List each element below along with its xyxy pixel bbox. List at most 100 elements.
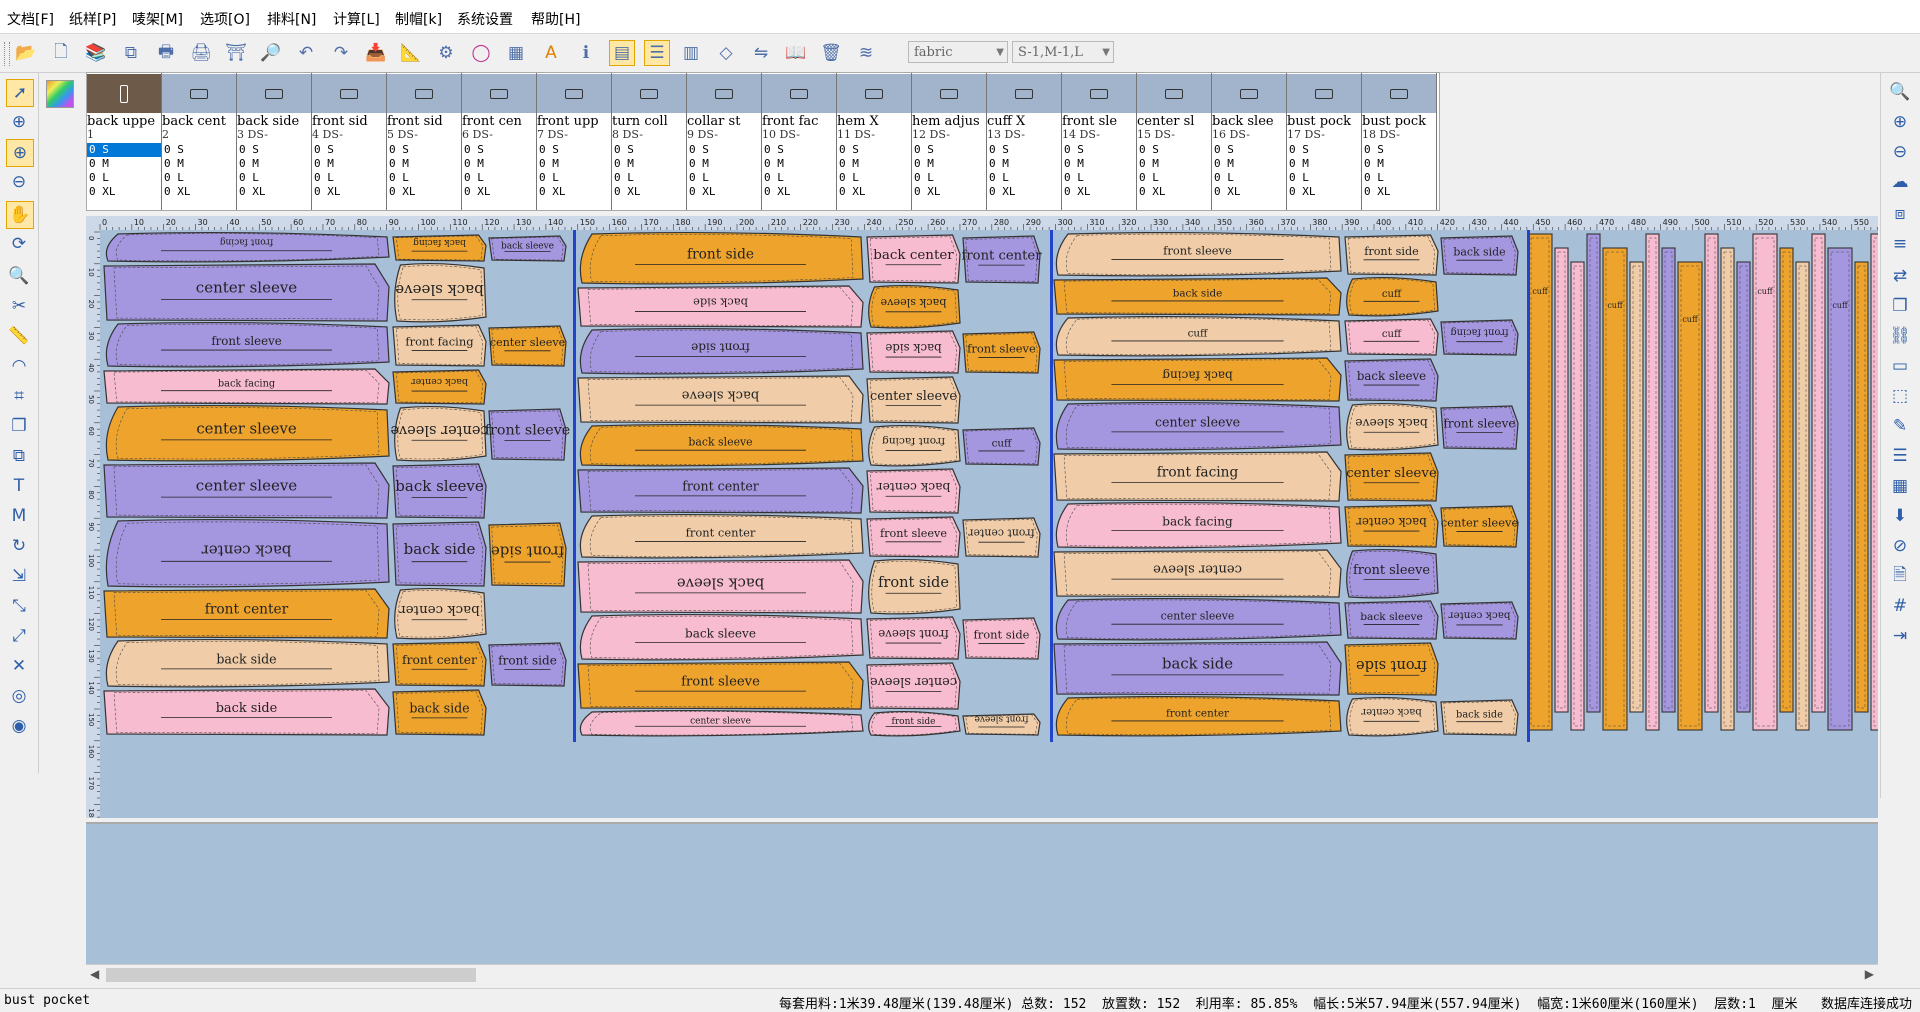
size-row[interactable]: 0 S: [162, 143, 236, 157]
pattern-piece[interactable]: back sleeve: [868, 284, 961, 329]
pattern-piece[interactable]: front side: [962, 617, 1041, 660]
pattern-piece[interactable]: center sleeve: [1055, 401, 1342, 451]
pattern-piece[interactable]: cuff: [1827, 247, 1853, 731]
pattern-piece[interactable]: [1645, 233, 1660, 731]
size-row[interactable]: 0 S: [462, 143, 536, 157]
pattern-piece[interactable]: back center: [105, 518, 390, 588]
transform-icon[interactable]: ⬚: [1887, 383, 1913, 409]
piece-column[interactable]: cuff X 13 DS- 0 S0 M0 L0 XL: [987, 73, 1062, 210]
piece-size-list[interactable]: 0 S0 M0 L0 XL: [1137, 143, 1211, 199]
pattern-piece[interactable]: center sleeve: [866, 662, 961, 710]
pattern-piece[interactable]: back sleeve: [392, 463, 487, 519]
piece-column[interactable]: bust pock 17 DS- 0 S0 M0 L0 XL: [1287, 73, 1362, 210]
pattern-piece[interactable]: center sleeve: [105, 404, 390, 462]
size-row[interactable]: 0 XL: [237, 185, 311, 199]
piece-size-list[interactable]: 0 S0 M0 L0 XL: [687, 143, 761, 199]
layers-icon[interactable]: ≋: [854, 41, 878, 65]
plotter-icon[interactable]: ⛩: [224, 41, 248, 65]
piece-column[interactable]: center sl 15 DS- 0 S0 M0 L0 XL: [1137, 73, 1212, 210]
marker-m-icon[interactable]: M: [6, 503, 32, 529]
size-row[interactable]: 0 L: [237, 171, 311, 185]
pattern-piece[interactable]: [1629, 261, 1644, 713]
size-row[interactable]: 0 L: [1212, 171, 1286, 185]
pattern-piece[interactable]: back center: [866, 234, 961, 284]
size-row[interactable]: 0 XL: [1137, 185, 1211, 199]
text-icon[interactable]: A: [539, 41, 563, 65]
toolbar-grip[interactable]: [4, 42, 10, 66]
size-row[interactable]: 0 XL: [837, 185, 911, 199]
size-row[interactable]: 0 S: [987, 143, 1061, 157]
open-folder-icon[interactable]: 📂: [14, 41, 38, 65]
size-row[interactable]: 0 M: [237, 157, 311, 171]
piece-size-list[interactable]: 0 S0 M0 L0 XL: [1362, 143, 1436, 199]
select-arrow-icon[interactable]: ➚: [6, 79, 34, 107]
size-row[interactable]: 0 M: [687, 157, 761, 171]
pattern-piece[interactable]: back facing: [1053, 357, 1342, 402]
pattern-piece[interactable]: back center: [1344, 504, 1439, 548]
piece-thumbnail[interactable]: [912, 74, 986, 113]
size-row[interactable]: 0 M: [1287, 157, 1361, 171]
pattern-piece[interactable]: back sleeve: [1346, 402, 1439, 451]
pattern-piece[interactable]: center sleeve: [579, 709, 864, 737]
ruler-icon[interactable]: 📏: [6, 323, 32, 349]
piece-thumbnail[interactable]: [1287, 74, 1361, 113]
pattern-piece[interactable]: [1704, 233, 1719, 713]
piece-size-list[interactable]: 0 S0 M0 L0 XL: [1062, 143, 1136, 199]
pattern-piece[interactable]: front sleeve: [105, 321, 390, 368]
size-row[interactable]: 0 S: [1137, 143, 1211, 157]
overlap-icon[interactable]: ⤢: [6, 623, 32, 649]
pattern-piece[interactable]: front facing: [868, 424, 961, 467]
size-row[interactable]: 0 L: [312, 171, 386, 185]
pattern-piece[interactable]: front center: [961, 235, 1042, 284]
open-multiple-icon[interactable]: 📚: [84, 41, 108, 65]
pattern-piece[interactable]: back facing: [1055, 501, 1342, 549]
settings-icon[interactable]: ⚙: [434, 41, 458, 65]
pattern-piece[interactable]: front sleeve: [866, 516, 961, 558]
size-row[interactable]: 0 L: [687, 171, 761, 185]
marker-icon[interactable]: ◇: [714, 41, 738, 65]
piece-size-list[interactable]: 0 S0 M0 L0 XL: [837, 143, 911, 199]
size-row[interactable]: 0 L: [1362, 171, 1436, 185]
pattern-piece[interactable]: [1720, 247, 1735, 731]
piece-thumbnail[interactable]: [87, 74, 161, 113]
size-row[interactable]: 0 L: [162, 171, 236, 185]
menu-pattern[interactable]: 纸样[P]: [69, 9, 116, 29]
size-row[interactable]: 0 S: [1062, 143, 1136, 157]
size-row[interactable]: 0 L: [462, 171, 536, 185]
pattern-piece[interactable]: back side: [105, 638, 390, 688]
size-row[interactable]: 0 M: [912, 157, 986, 171]
pattern-piece[interactable]: front sleeve: [962, 331, 1041, 374]
pattern-piece[interactable]: back side: [1053, 641, 1342, 696]
pattern-piece[interactable]: front center: [577, 467, 864, 514]
delete-icon[interactable]: 🗑: [819, 41, 843, 65]
piece-thumbnail[interactable]: [687, 74, 761, 113]
pattern-piece[interactable]: back center: [394, 587, 487, 640]
print-preview-icon[interactable]: 🖶: [154, 41, 178, 65]
zoom-fit-icon[interactable]: ◎: [6, 683, 32, 709]
piece-column[interactable]: hem adjus 12 DS- 0 S0 M0 L0 XL: [912, 73, 987, 210]
pattern-piece[interactable]: cuff: [1527, 233, 1553, 731]
horizontal-scrollbar[interactable]: ◀ ▶: [86, 964, 1878, 985]
remove-icon[interactable]: ✕: [6, 653, 32, 679]
size-row[interactable]: 0 XL: [687, 185, 761, 199]
align-icon[interactable]: ⇲: [6, 563, 32, 589]
piece-thumbnail[interactable]: [1137, 74, 1211, 113]
piece-column[interactable]: hem X 11 DS- 0 S0 M0 L0 XL: [837, 73, 912, 210]
size-row[interactable]: 0 M: [762, 157, 836, 171]
size-row[interactable]: 0 XL: [312, 185, 386, 199]
pattern-piece[interactable]: back center: [1440, 601, 1519, 640]
piece-size-list[interactable]: 0 S0 M0 L0 XL: [912, 143, 986, 199]
pattern-piece[interactable]: back side: [866, 330, 961, 374]
pattern-piece[interactable]: back center: [866, 468, 961, 514]
cycle-icon[interactable]: ↻: [6, 533, 32, 559]
file-icon[interactable]: 🗎: [1887, 563, 1913, 589]
size-row[interactable]: 0 M: [837, 157, 911, 171]
size-row[interactable]: 0 S: [237, 143, 311, 157]
size-row[interactable]: 0 M: [987, 157, 1061, 171]
pattern-piece[interactable]: [1570, 261, 1585, 731]
menu-system-settings[interactable]: 系统设置: [457, 9, 513, 29]
size-row[interactable]: 0 M: [612, 157, 686, 171]
layers-icon[interactable]: ≡: [1887, 231, 1913, 257]
piece-thumbnail[interactable]: [612, 74, 686, 113]
pattern-piece[interactable]: center sleeve: [866, 376, 961, 424]
